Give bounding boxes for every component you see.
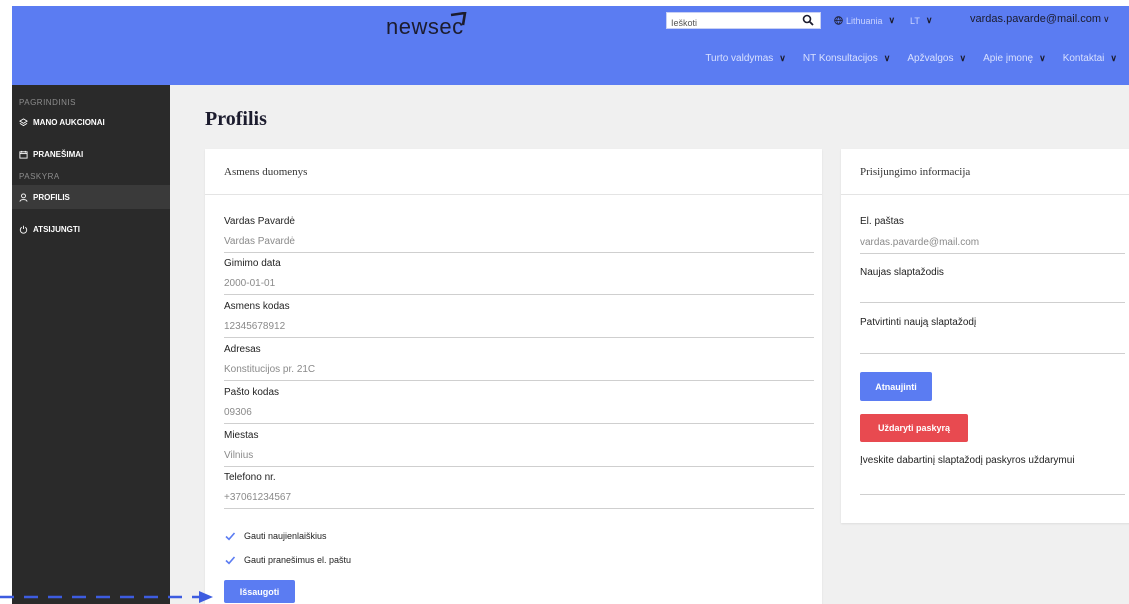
chevron-down-icon: ∨ (888, 15, 896, 25)
nav-label: Apžvalgos (907, 53, 954, 64)
field-postal-code: Pašto kodas 09306 (224, 387, 814, 424)
checkbox-label: Gauti pranešimus el. paštu (244, 555, 352, 565)
checkmark-icon (225, 556, 236, 565)
field-address: Adresas Konstitucijos pr. 21C (224, 344, 814, 381)
email-notifications-checkbox[interactable]: Gauti pranešimus el. paštu (224, 554, 351, 566)
chevron-down-icon: ∨ (1110, 53, 1117, 63)
divider (860, 253, 1125, 254)
chevron-down-icon: ∨ (883, 53, 891, 63)
nav-label: NT Konsultacijos (802, 53, 878, 64)
main-nav: Turto valdymas ∨ NT Konsultacijos ∨ Apžv… (688, 53, 1117, 64)
nav-apzvalgos[interactable]: Apžvalgos ∨ (907, 53, 966, 64)
new-password-input[interactable] (860, 302, 1125, 303)
field-label: Asmens kodas (224, 301, 290, 312)
nav-turto-valdymas[interactable]: Turto valdymas ∨ (705, 53, 786, 64)
email-label: El. paštas (860, 216, 904, 227)
search-input[interactable] (667, 15, 795, 31)
search-box (666, 12, 821, 31)
nav-kontaktai[interactable]: Kontaktai ∨ (1063, 53, 1117, 64)
personal-data-card: Asmens duomenys Vardas Pavardė Vardas Pa… (205, 149, 822, 604)
search-icon[interactable] (802, 14, 814, 26)
nav-apie-imone[interactable]: Apie įmonę ∨ (983, 53, 1046, 64)
field-personal-code: Asmens kodas 12345678912 (224, 301, 814, 338)
city-input[interactable]: Vilnius (224, 450, 814, 467)
logo-flag-icon (450, 12, 467, 26)
user-email-label: vardas.pavarde@mail.com (970, 13, 1101, 25)
layers-icon (19, 117, 28, 126)
country-label: Lithuania (846, 15, 883, 26)
sidebar-section-account: PASKYRA (19, 172, 60, 181)
new-password-label: Naujas slaptažodis (860, 267, 944, 278)
nav-label: Kontaktai (1062, 53, 1105, 64)
personal-code-input[interactable]: 12345678912 (224, 321, 814, 338)
calendar-icon (19, 150, 28, 159)
sidebar-item-notifications[interactable]: PRANEŠIMAI (12, 142, 170, 166)
sidebar-item-profile[interactable]: PROFILIS (12, 185, 170, 209)
personal-data-heading: Asmens duomenys (205, 149, 822, 195)
sidebar-item-logout[interactable]: ATSIJUNGTI (12, 217, 170, 241)
field-city: Miestas Vilnius (224, 430, 814, 467)
close-account-button[interactable]: Uždaryti paskyrą (860, 414, 968, 442)
close-account-hint: Įveskite dabartinį slaptažodį paskyros u… (860, 455, 1075, 466)
confirm-password-label: Patvirtinti naują slaptažodį (860, 317, 977, 328)
login-info-card: Prisijungimo informacija El. paštas vard… (841, 149, 1129, 523)
current-password-input[interactable] (860, 494, 1125, 495)
nav-nt-konsultacijos[interactable]: NT Konsultacijos ∨ (803, 53, 890, 64)
chevron-down-icon: ∨ (925, 15, 933, 25)
nav-label: Apie įmonę (983, 53, 1034, 64)
page-title: Profilis (205, 108, 267, 130)
sidebar-item-label: PROFILIS (33, 192, 70, 202)
checkbox-label: Gauti naujienlaiškius (244, 531, 327, 541)
nav-label: Turto valdymas (705, 53, 774, 64)
postal-code-input[interactable]: 09306 (224, 407, 814, 424)
globe-icon (834, 16, 843, 25)
user-menu[interactable]: vardas.pavarde@mail.com ∨ (970, 13, 1110, 25)
power-icon (19, 225, 28, 234)
field-birth-date: Gimimo data 2000-01-01 (224, 258, 814, 295)
field-full-name: Vardas Pavardė Vardas Pavardė (224, 216, 814, 253)
language-label: LT (910, 15, 920, 26)
user-icon (19, 192, 28, 202)
chevron-down-icon: ∨ (779, 53, 786, 63)
arrow-right-icon (0, 591, 213, 603)
confirm-password-input[interactable] (860, 353, 1125, 354)
chevron-down-icon: ∨ (1103, 13, 1110, 24)
field-label: Pašto kodas (224, 387, 280, 398)
sidebar-item-label: MANO AUKCIONAI (33, 117, 105, 127)
birth-date-input[interactable]: 2000-01-01 (224, 278, 814, 295)
update-button[interactable]: Atnaujinti (860, 372, 932, 401)
address-input[interactable]: Konstitucijos pr. 21C (224, 364, 814, 381)
field-phone: Telefono nr. +37061234567 (224, 472, 814, 509)
newsletter-checkbox[interactable]: Gauti naujienlaiškius (224, 530, 327, 542)
field-label: Miestas (224, 430, 259, 441)
phone-input[interactable]: +37061234567 (224, 492, 814, 509)
field-label: Adresas (224, 344, 261, 355)
email-input[interactable]: vardas.pavarde@mail.com (860, 237, 979, 248)
chevron-down-icon: ∨ (1039, 53, 1046, 63)
field-label: Telefono nr. (224, 472, 276, 483)
chevron-down-icon: ∨ (959, 53, 967, 63)
login-info-heading: Prisijungimo informacija (841, 149, 1129, 195)
app-frame: newsec Lithuania ∨ LT ∨ vardas.pavarde@m… (12, 6, 1129, 604)
sidebar: PAGRINDINIS MANO AUKCIONAI PRANEŠIMAI PA… (12, 85, 170, 604)
full-name-input[interactable]: Vardas Pavardė (224, 236, 814, 253)
site-header: newsec Lithuania ∨ LT ∨ vardas.pavarde@m… (12, 6, 1129, 85)
sidebar-item-label: PRANEŠIMAI (33, 149, 84, 159)
checkmark-icon (225, 532, 236, 541)
sidebar-item-auctions[interactable]: MANO AUKCIONAI (12, 110, 170, 134)
language-selector[interactable]: LT ∨ (910, 15, 932, 26)
field-label: Gimimo data (224, 258, 281, 269)
sidebar-section-main: PAGRINDINIS (19, 98, 76, 107)
save-button[interactable]: Išsaugoti (224, 580, 295, 603)
country-selector[interactable]: Lithuania ∨ (834, 15, 895, 26)
field-label: Vardas Pavardė (224, 216, 295, 227)
sidebar-item-label: ATSIJUNGTI (33, 224, 80, 234)
